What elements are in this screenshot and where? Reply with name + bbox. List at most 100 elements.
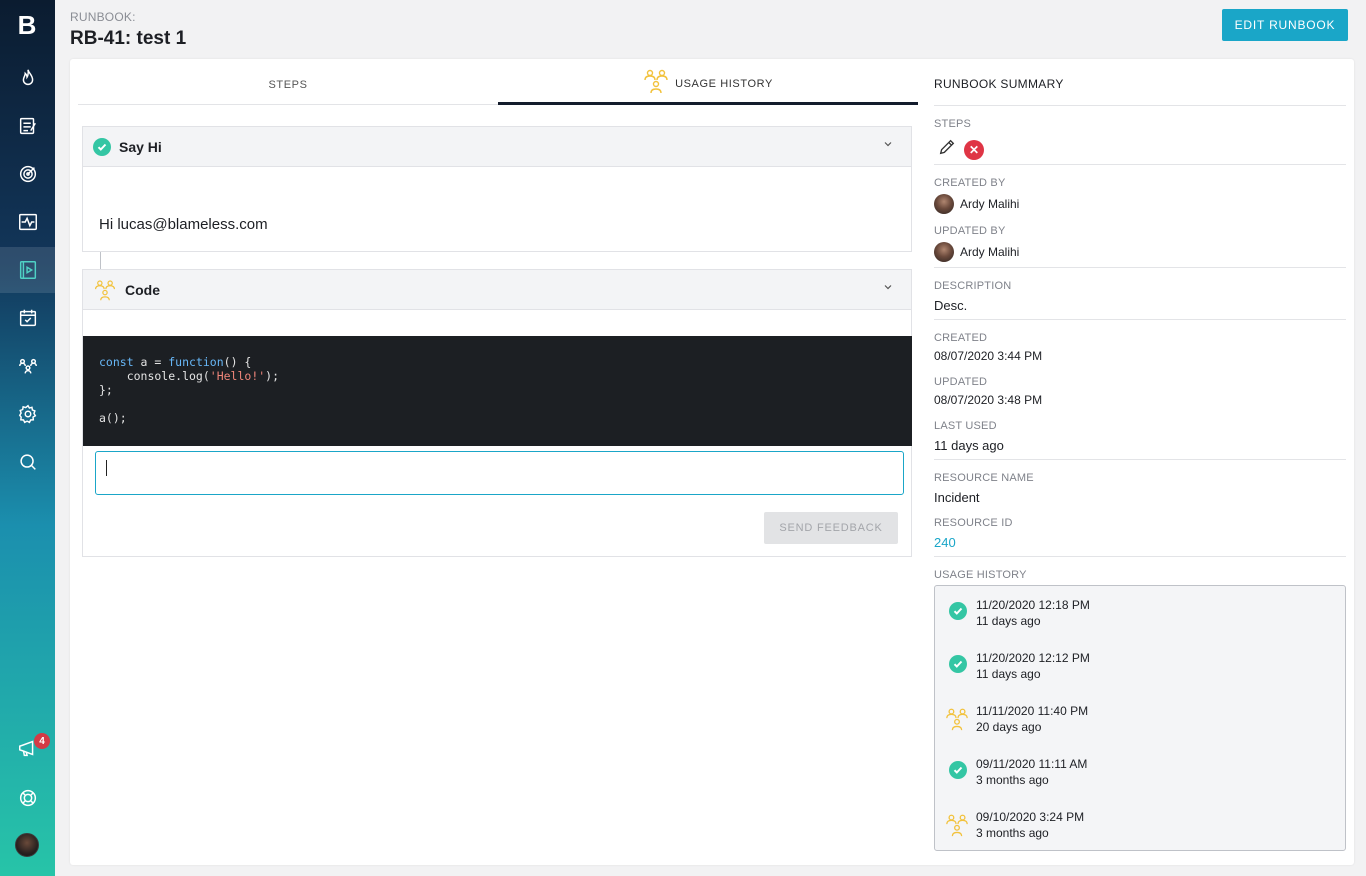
resource-id-link[interactable]: 240 (934, 535, 956, 550)
avatar (934, 194, 954, 214)
sidebar-item-teams[interactable] (0, 343, 55, 389)
created-value: 08/07/2020 3:44 PM (934, 349, 1043, 363)
summary-heading: RUNBOOK SUMMARY (934, 77, 1064, 91)
step-header[interactable]: Code (83, 270, 911, 310)
usage-history-item[interactable]: 09/10/2020 3:24 PM 3 months ago (944, 810, 1327, 850)
updated-label: UPDATED (934, 376, 988, 388)
created-label: CREATED (934, 332, 988, 344)
usage-relative-time: 3 months ago (976, 773, 1049, 787)
usage-relative-time: 20 days ago (976, 720, 1042, 734)
pencil-icon (938, 138, 956, 161)
step-title: Code (125, 281, 160, 298)
runbook-icon (19, 261, 36, 279)
text-caret (106, 460, 107, 476)
step-header[interactable]: Say Hi (83, 127, 911, 167)
in-progress-icon (944, 812, 968, 837)
code-block: const a = function() { console.log('Hell… (83, 336, 912, 446)
tab-usage-history[interactable]: USAGE HISTORY (498, 65, 918, 105)
updated-by-user: Ardy Malihi (934, 242, 1019, 262)
created-by-user: Ardy Malihi (934, 194, 1019, 214)
feedback-input[interactable] (95, 451, 904, 495)
updated-value: 08/07/2020 3:48 PM (934, 393, 1043, 407)
description-label: DESCRIPTION (934, 280, 1012, 292)
sidebar-item-slos[interactable] (0, 151, 55, 197)
tab-steps[interactable]: STEPS (78, 65, 498, 105)
last-used-value: 11 days ago (934, 438, 1004, 453)
steps-label: STEPS (934, 118, 972, 130)
description-value: Desc. (934, 298, 968, 313)
sidebar-item-retrospectives[interactable] (0, 103, 55, 149)
usage-date: 11/11/2020 11:40 PM (976, 704, 1089, 718)
last-used-label: LAST USED (934, 420, 997, 432)
usage-history-item[interactable]: 11/11/2020 11:40 PM 20 days ago (944, 704, 1327, 744)
divider (934, 164, 1346, 165)
logo[interactable]: B (14, 10, 40, 40)
flame-icon (22, 69, 33, 86)
step-say-hi: Say Hi Hi lucas@blameless.com (82, 126, 912, 252)
step-code: Code const a = function() { console.log(… (82, 269, 912, 557)
resource-name-label: RESOURCE NAME (934, 472, 1034, 484)
sidebar-item-incidents[interactable] (0, 55, 55, 101)
chevron-down-icon[interactable] (883, 282, 893, 292)
sidebar-item-search[interactable] (0, 439, 55, 485)
sidebar: B 4 (0, 0, 55, 876)
sidebar-item-settings[interactable] (0, 391, 55, 437)
error-icon: ✕ (964, 139, 984, 160)
check-icon (947, 653, 969, 675)
sidebar-item-schedule[interactable] (0, 295, 55, 341)
edit-runbook-button[interactable]: EDIT RUNBOOK (1222, 9, 1348, 41)
created-by-label: CREATED BY (934, 177, 1006, 189)
target-icon (19, 165, 36, 183)
divider (934, 267, 1346, 268)
resource-name-value: Incident (934, 490, 980, 505)
usage-relative-time: 11 days ago (976, 614, 1041, 628)
breadcrumb-label: RUNBOOK: (70, 10, 136, 24)
send-feedback-button[interactable]: SEND FEEDBACK (764, 512, 898, 544)
chevron-down-icon[interactable] (883, 139, 893, 149)
page-title: RB-41: test 1 (70, 28, 187, 49)
step-status-icons: ✕ (938, 138, 984, 161)
tabs: STEPS USAGE HISTORY (78, 65, 918, 105)
usage-date: 09/10/2020 3:24 PM (976, 810, 1085, 824)
sidebar-item-announcements[interactable] (0, 725, 55, 771)
check-icon (947, 600, 969, 622)
step-content: Hi lucas@blameless.com (99, 216, 268, 233)
updated-by-name: Ardy Malihi (960, 245, 1020, 259)
tab-usage-history-label: USAGE HISTORY (675, 77, 773, 90)
usage-history-item[interactable]: 11/20/2020 12:18 PM 11 days ago (947, 598, 1327, 638)
calendar-check-icon (19, 309, 36, 327)
in-progress-icon (944, 706, 968, 731)
in-progress-icon (644, 69, 668, 93)
notification-badge: 4 (34, 733, 50, 749)
step-connector (100, 252, 101, 269)
user-avatar[interactable] (15, 833, 39, 857)
sidebar-item-monitoring[interactable] (0, 199, 55, 245)
updated-by-label: UPDATED BY (934, 225, 1006, 237)
usage-history-label: USAGE HISTORY (934, 569, 1027, 581)
usage-date: 11/20/2020 12:18 PM (976, 598, 1090, 612)
sidebar-item-help[interactable] (0, 775, 55, 821)
search-icon (19, 454, 36, 470)
notes-icon (19, 117, 36, 135)
usage-history-item[interactable]: 09/11/2020 11:11 AM 3 months ago (947, 757, 1327, 797)
avatar (934, 242, 954, 262)
lifebuoy-icon (19, 789, 36, 807)
divider (934, 319, 1346, 320)
usage-date: 09/11/2020 11:11 AM (976, 757, 1088, 771)
sidebar-item-runbooks[interactable] (0, 247, 55, 293)
usage-history-item[interactable]: 11/20/2020 12:12 PM 11 days ago (947, 651, 1327, 691)
created-by-name: Ardy Malihi (960, 197, 1020, 211)
usage-relative-time: 11 days ago (976, 667, 1041, 681)
pulse-icon (18, 213, 37, 231)
divider (934, 105, 1346, 106)
usage-date: 11/20/2020 12:12 PM (976, 651, 1090, 665)
check-icon (93, 137, 111, 156)
check-icon (947, 759, 969, 781)
usage-history-list: 11/20/2020 12:18 PM 11 days ago 11/20/2020… (934, 585, 1346, 851)
divider (934, 459, 1346, 460)
usage-relative-time: 3 months ago (976, 826, 1049, 840)
in-progress-icon (94, 279, 116, 300)
divider (934, 556, 1346, 557)
runbook-card: STEPS USAGE HISTORY Say Hi Hi lucas@blam… (70, 59, 1354, 865)
team-icon (18, 358, 37, 374)
